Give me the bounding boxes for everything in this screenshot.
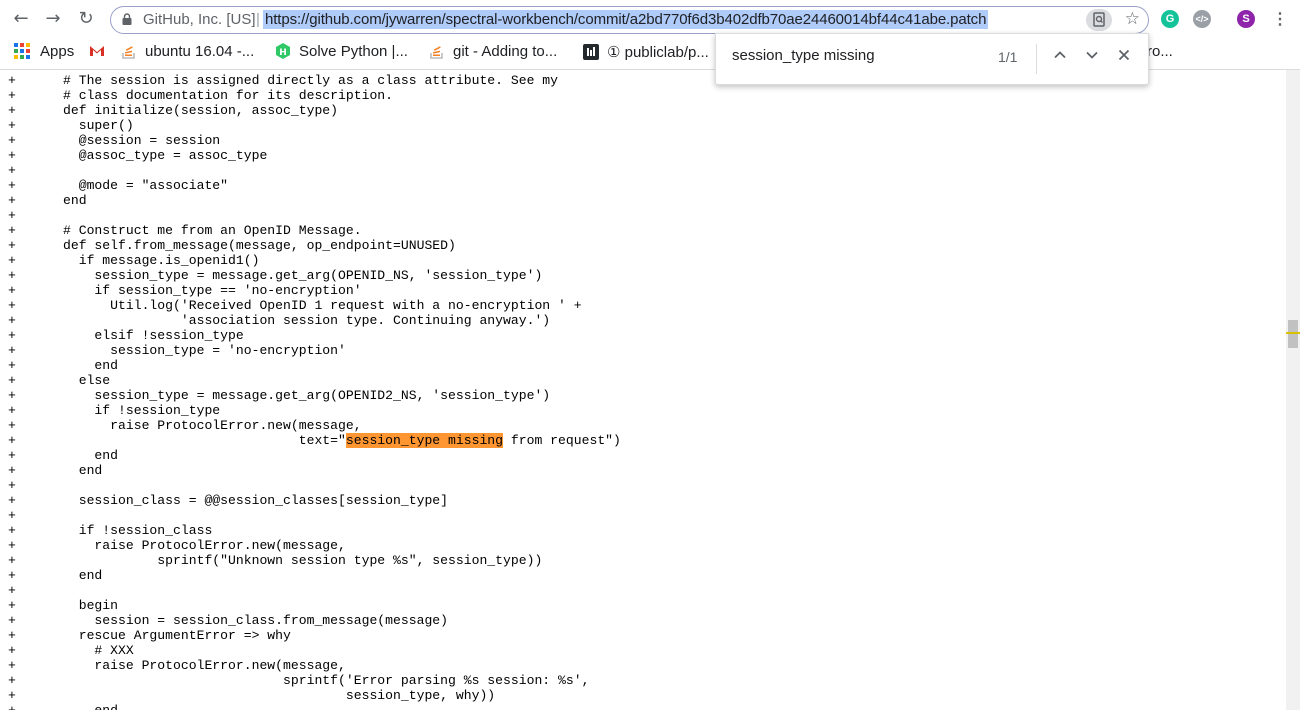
site-identity[interactable]: GitHub, Inc. [US]	[143, 11, 256, 28]
url-text[interactable]: https://github.com/jywarren/spectral-wor…	[263, 10, 989, 29]
profile-avatar[interactable]: S	[1237, 10, 1255, 28]
bookmark-ubuntu[interactable]: ubuntu 16.04 -...	[121, 43, 254, 63]
bookmark-label: ① publiclab/p...	[607, 44, 709, 61]
bookmark-label: ro...	[1147, 43, 1173, 60]
code-before-match: + # The session is assigned directly as …	[8, 73, 582, 433]
browser-menu-icon[interactable]: ⋮	[1272, 9, 1288, 29]
stackoverflow-icon	[430, 46, 443, 59]
find-next-icon[interactable]	[1081, 46, 1103, 70]
bookmark-label: Apps	[40, 43, 75, 60]
find-input[interactable]	[732, 47, 982, 64]
bookmark-publiclab[interactable]: ① publiclab/p...	[583, 43, 709, 63]
find-divider	[1036, 44, 1037, 74]
bookmark-label: Solve Python |...	[299, 43, 408, 60]
origin-divider: |	[256, 11, 260, 28]
hackerrank-icon: H	[276, 43, 290, 59]
bookmark-hackerrank[interactable]: H Solve Python |...	[275, 43, 408, 63]
back-arrow-icon[interactable]: ←	[10, 8, 32, 30]
patch-content: + # The session is assigned directly as …	[0, 70, 1286, 710]
stackoverflow-icon	[122, 46, 135, 59]
bookmark-gmail[interactable]	[89, 43, 113, 63]
gmail-icon	[90, 46, 104, 56]
github-icon	[583, 44, 599, 60]
bookmark-truncated[interactable]: ro...	[1147, 43, 1173, 63]
find-highlight: session_type missing	[345, 433, 504, 448]
bookmark-label: git - Adding to...	[453, 43, 558, 60]
code-match-prefix: + text="	[8, 433, 346, 448]
find-bar: 1/1	[715, 33, 1149, 85]
browser-toolbar: ← → ↻ GitHub, Inc. [US] | https://github…	[0, 0, 1300, 37]
lock-icon	[122, 13, 132, 25]
bookmark-apps[interactable]: Apps	[14, 43, 74, 63]
find-result-marker	[1286, 332, 1300, 334]
apps-grid-icon	[14, 43, 30, 59]
address-bar[interactable]: GitHub, Inc. [US] | https://github.com/j…	[110, 6, 1149, 34]
find-close-icon[interactable]	[1113, 46, 1135, 70]
bookmark-star-icon[interactable]: ☆	[1125, 9, 1140, 29]
find-previous-icon[interactable]	[1049, 46, 1071, 70]
bookmark-git[interactable]: git - Adding to...	[429, 43, 557, 63]
code-match-suffix: from request")	[503, 433, 621, 448]
patch-code: + # The session is assigned directly as …	[8, 73, 621, 710]
scrollbar-thumb[interactable]	[1288, 320, 1298, 348]
find-in-page-icon[interactable]	[1086, 9, 1112, 31]
grammarly-icon[interactable]: G	[1161, 10, 1179, 28]
code-after-match: + end + end + + session_class = @@sessio…	[8, 448, 590, 710]
reload-icon[interactable]: ↻	[75, 8, 97, 30]
vertical-scrollbar[interactable]	[1286, 70, 1300, 710]
svg-text:H: H	[279, 48, 287, 58]
find-match-count: 1/1	[998, 49, 1018, 65]
extension-icon[interactable]: </>	[1193, 10, 1211, 28]
bookmark-label: ubuntu 16.04 -...	[145, 43, 255, 60]
forward-arrow-icon[interactable]: →	[42, 8, 64, 30]
